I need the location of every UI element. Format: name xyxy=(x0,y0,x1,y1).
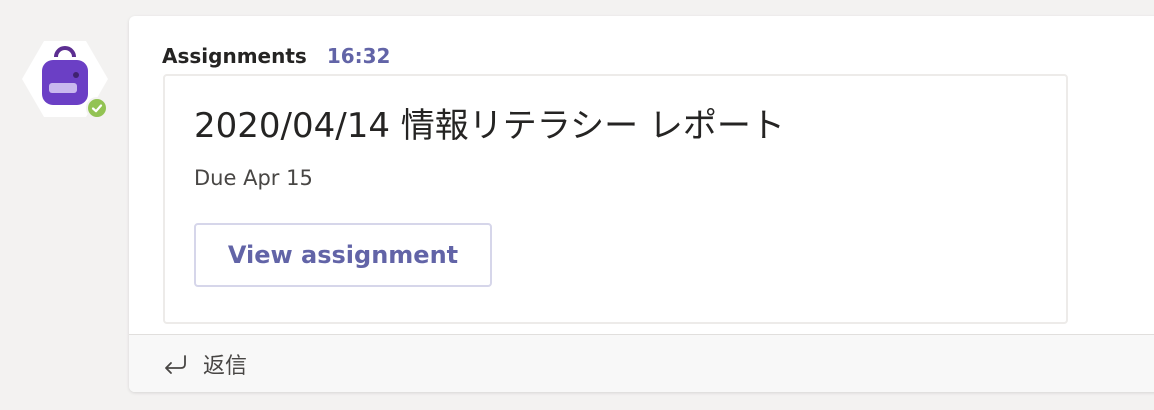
assignment-card: 2020/04/14 情報リテラシー レポート Due Apr 15 View … xyxy=(163,74,1068,324)
reply-button[interactable]: 返信 xyxy=(129,334,1154,392)
view-assignment-button[interactable]: View assignment xyxy=(194,223,492,287)
sender-name[interactable]: Assignments xyxy=(162,44,307,68)
message-post: Assignments 16:32 2020/04/14 情報リテラシー レポー… xyxy=(129,16,1154,392)
message-timestamp: 16:32 xyxy=(326,44,391,68)
assignment-title: 2020/04/14 情報リテラシー レポート xyxy=(194,106,785,146)
status-available-icon xyxy=(86,97,108,119)
reply-label: 返信 xyxy=(203,354,248,379)
app-avatar[interactable] xyxy=(22,41,108,119)
message-header: Assignments 16:32 xyxy=(162,44,390,68)
reply-arrow-icon xyxy=(165,355,186,374)
due-date: Due Apr 15 xyxy=(194,166,313,190)
